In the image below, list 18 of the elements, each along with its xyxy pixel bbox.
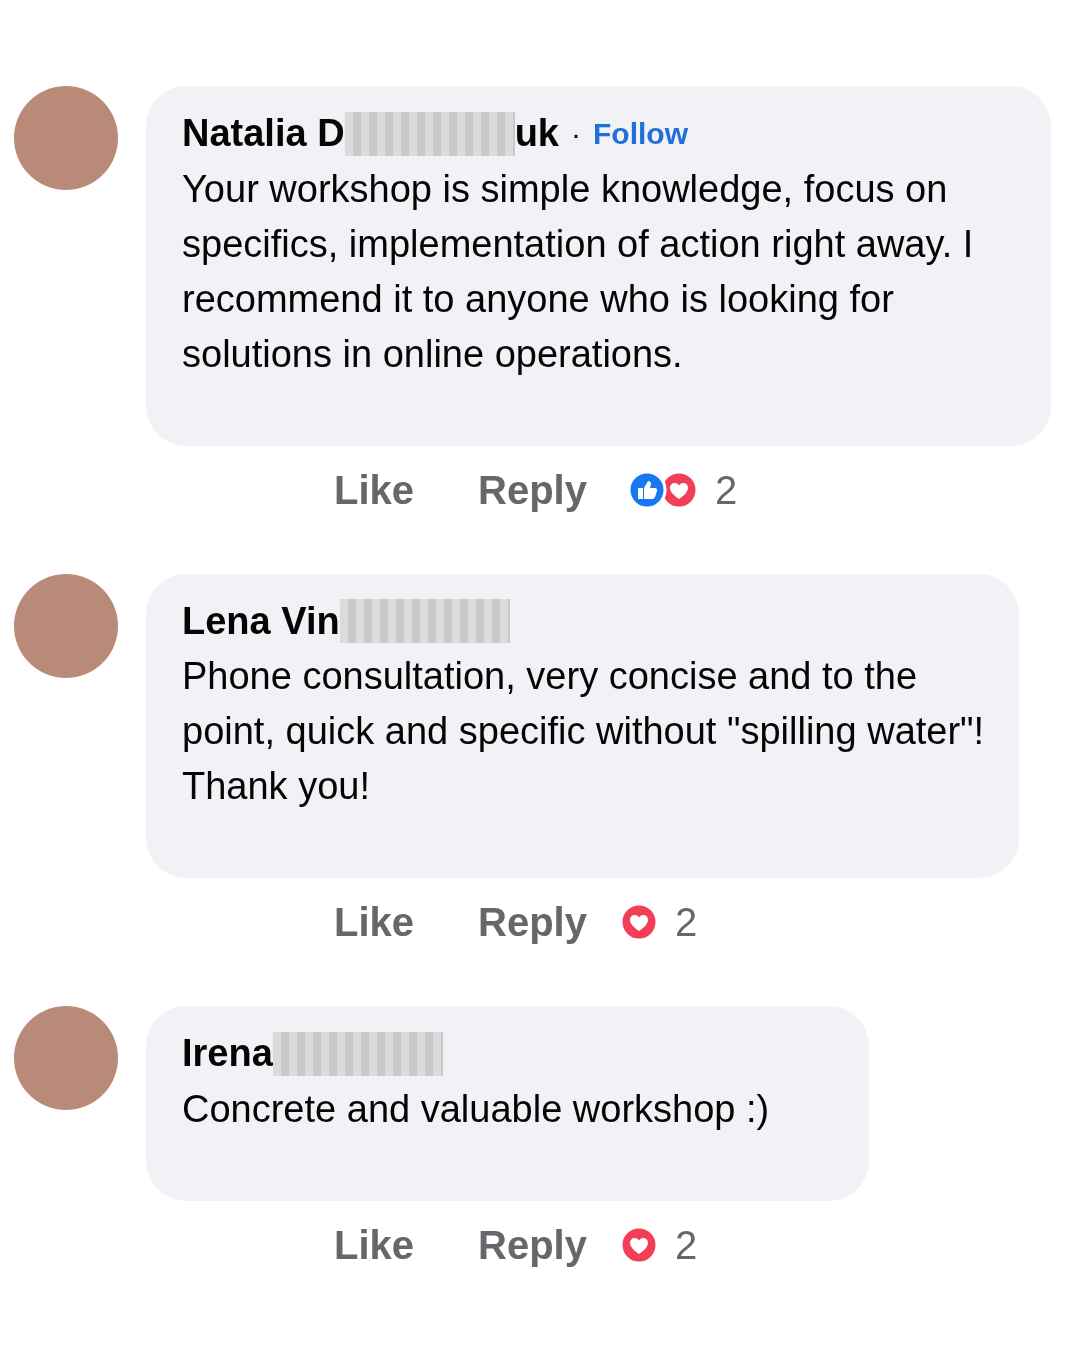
follow-link[interactable]: Follow [593, 111, 688, 157]
like-link[interactable]: Like [334, 1214, 415, 1275]
reply-link[interactable]: Reply [478, 892, 587, 952]
reaction-count: 2 [675, 899, 698, 946]
commenter-name[interactable]: Lena Vin [182, 597, 340, 645]
comment-text: Phone consultation, very concise and to the point, quick and specific without "spilling water"! Thank you! [182, 654, 986, 809]
reply-link[interactable]: Reply [478, 1214, 587, 1275]
commenter-name-end: uk [514, 111, 559, 156]
reply-link[interactable]: Reply [478, 459, 587, 520]
separator-dot: · [571, 116, 581, 153]
comment-text: Your workshop is simple knowledge, focus on specifics, implementation of action right away. I recommend it to anyone who is looking for solutions in online operations. [182, 166, 975, 377]
like-link[interactable]: Like [334, 892, 415, 952]
reaction-count: 2 [675, 1221, 698, 1269]
comment-text: Concrete and valuable workshop :) [182, 1086, 771, 1132]
like-link[interactable]: Like [334, 459, 415, 520]
reaction-count: 2 [715, 466, 738, 514]
commenter-name[interactable]: Irena [182, 1030, 273, 1078]
commenter-name[interactable]: Natalia D [182, 110, 345, 158]
